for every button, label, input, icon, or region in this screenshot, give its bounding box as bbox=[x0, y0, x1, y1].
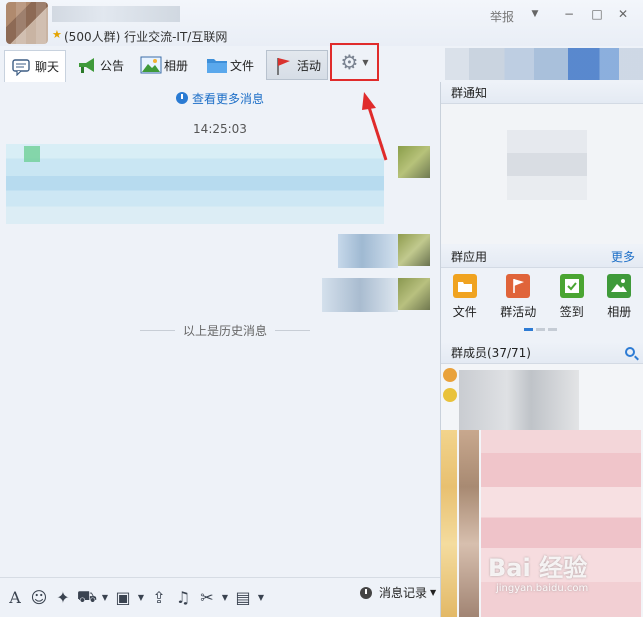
message-history-button[interactable]: 消息记录 ▼ bbox=[360, 584, 436, 601]
chat-message-blurred bbox=[338, 234, 398, 268]
owner-icon bbox=[443, 368, 457, 382]
pixel-block bbox=[24, 146, 40, 162]
upload-icon[interactable]: ⇪ bbox=[148, 588, 170, 607]
pixel-block bbox=[507, 130, 587, 200]
tab-label: 公告 bbox=[100, 58, 125, 73]
pager-dot[interactable] bbox=[524, 328, 533, 331]
scissors-icon[interactable]: ✂ bbox=[196, 588, 218, 607]
group-apps-header: 群应用 更多 bbox=[441, 246, 643, 268]
history-divider: 以上是历史消息 bbox=[140, 322, 311, 339]
megaphone-icon bbox=[76, 56, 96, 74]
gift-icon[interactable]: ▤ bbox=[232, 588, 254, 607]
chevron-down-icon[interactable]: ▼ bbox=[220, 593, 230, 602]
photo-album-icon bbox=[140, 56, 162, 74]
group-avatar[interactable] bbox=[6, 2, 48, 44]
divider-line bbox=[140, 330, 175, 331]
apps-pager[interactable] bbox=[524, 328, 557, 331]
divider-line bbox=[275, 330, 311, 331]
tab-announcement[interactable]: 公告 bbox=[70, 50, 130, 80]
group-members-title: 群成员(37/71) bbox=[451, 346, 531, 360]
watermark-brand: Bai 经验 bbox=[488, 554, 588, 582]
maximize-button[interactable]: □ bbox=[588, 6, 606, 22]
pixel-block bbox=[459, 430, 479, 617]
group-notice-title: 群通知 bbox=[451, 86, 488, 100]
app-check-in[interactable]: 签到 bbox=[559, 274, 584, 338]
gear-icon: ⚙ bbox=[340, 50, 359, 74]
menu-arrow-button[interactable]: ▼ bbox=[526, 6, 544, 22]
tab-activity[interactable]: 活动 bbox=[266, 50, 329, 80]
chat-area: 查看更多消息 14:25:03 以上是历史消息 bbox=[0, 82, 440, 577]
pixel-block bbox=[441, 430, 457, 617]
chat-bubble-icon bbox=[11, 58, 31, 76]
tab-label: 聊天 bbox=[35, 60, 60, 74]
pixel-block bbox=[459, 370, 579, 430]
tab-label: 文件 bbox=[230, 58, 255, 73]
tab-label: 相册 bbox=[164, 58, 189, 73]
watermark-url: jingyan.baidu.com bbox=[496, 583, 589, 594]
settings-menu-button[interactable]: ⚙ ▼ bbox=[330, 43, 379, 81]
group-title: (500人群) 行业交流-IT/互联网 bbox=[64, 30, 228, 44]
app-label: 文件 bbox=[452, 305, 477, 319]
group-apps-title: 群应用 bbox=[451, 250, 488, 264]
group-notice-header: 群通知 bbox=[441, 82, 643, 104]
tab-label: 活动 bbox=[297, 58, 322, 73]
tab-chat[interactable]: 聊天 bbox=[4, 50, 67, 82]
pager-dot[interactable] bbox=[536, 328, 545, 331]
clock-icon bbox=[175, 92, 188, 104]
flag-icon bbox=[273, 56, 293, 75]
admin-icon bbox=[443, 388, 457, 402]
app-files[interactable]: 文件 bbox=[452, 274, 477, 338]
app-album[interactable]: 相册 bbox=[607, 274, 631, 338]
image-icon[interactable]: ▣ bbox=[112, 588, 134, 607]
minimize-button[interactable]: − bbox=[560, 6, 578, 22]
folder-icon bbox=[452, 274, 477, 298]
chevron-down-icon: ▼ bbox=[362, 57, 369, 67]
app-label: 相册 bbox=[607, 305, 632, 319]
avatar bbox=[398, 146, 430, 178]
message-timestamp: 14:25:03 bbox=[193, 122, 247, 136]
folder-icon bbox=[206, 56, 227, 74]
history-divider-label: 以上是历史消息 bbox=[183, 324, 268, 338]
screenshot-icon[interactable]: ⛟ bbox=[76, 587, 98, 608]
app-label: 群活动 bbox=[500, 305, 537, 319]
photo-album-icon bbox=[607, 274, 632, 298]
tab-files[interactable]: 文件 bbox=[200, 50, 260, 80]
report-link[interactable]: 举报 bbox=[490, 8, 514, 25]
group-members-header: 群成员(37/71) bbox=[441, 342, 643, 364]
group-notice-blurred bbox=[441, 104, 643, 244]
group-name-blurred bbox=[52, 6, 180, 22]
search-icon[interactable] bbox=[625, 347, 635, 357]
chevron-down-icon: ▼ bbox=[430, 588, 437, 597]
chat-message-blurred bbox=[6, 144, 384, 224]
flag-icon bbox=[506, 274, 531, 298]
clock-icon bbox=[360, 586, 372, 599]
magic-wand-icon[interactable]: ✦ bbox=[52, 588, 74, 607]
star-icon: ★ bbox=[52, 28, 62, 41]
group-banner-blurred bbox=[445, 48, 643, 80]
view-more-messages-label: 查看更多消息 bbox=[191, 92, 264, 106]
tab-album[interactable]: 相册 bbox=[134, 50, 194, 80]
chevron-down-icon[interactable]: ▼ bbox=[100, 593, 110, 602]
more-apps-link[interactable]: 更多 bbox=[611, 246, 635, 268]
view-more-messages-link[interactable]: 查看更多消息 bbox=[0, 90, 440, 107]
font-icon[interactable]: A bbox=[4, 588, 26, 607]
music-icon[interactable]: ♫ bbox=[172, 588, 194, 607]
chat-message-blurred bbox=[322, 278, 398, 312]
chevron-down-icon[interactable]: ▼ bbox=[136, 593, 146, 602]
emoji-icon[interactable]: ☺ bbox=[28, 588, 50, 607]
pager-dot[interactable] bbox=[548, 328, 557, 331]
app-label: 签到 bbox=[559, 305, 584, 319]
title-bar: ★ (500人群) 行业交流-IT/互联网 举报 ▼ − □ ✕ bbox=[0, 0, 643, 46]
chevron-down-icon[interactable]: ▼ bbox=[256, 593, 266, 602]
checkmark-icon bbox=[559, 274, 584, 298]
avatar bbox=[398, 278, 430, 310]
avatar bbox=[398, 234, 430, 266]
close-button[interactable]: ✕ bbox=[614, 6, 632, 22]
message-history-label: 消息记录 bbox=[379, 586, 428, 600]
